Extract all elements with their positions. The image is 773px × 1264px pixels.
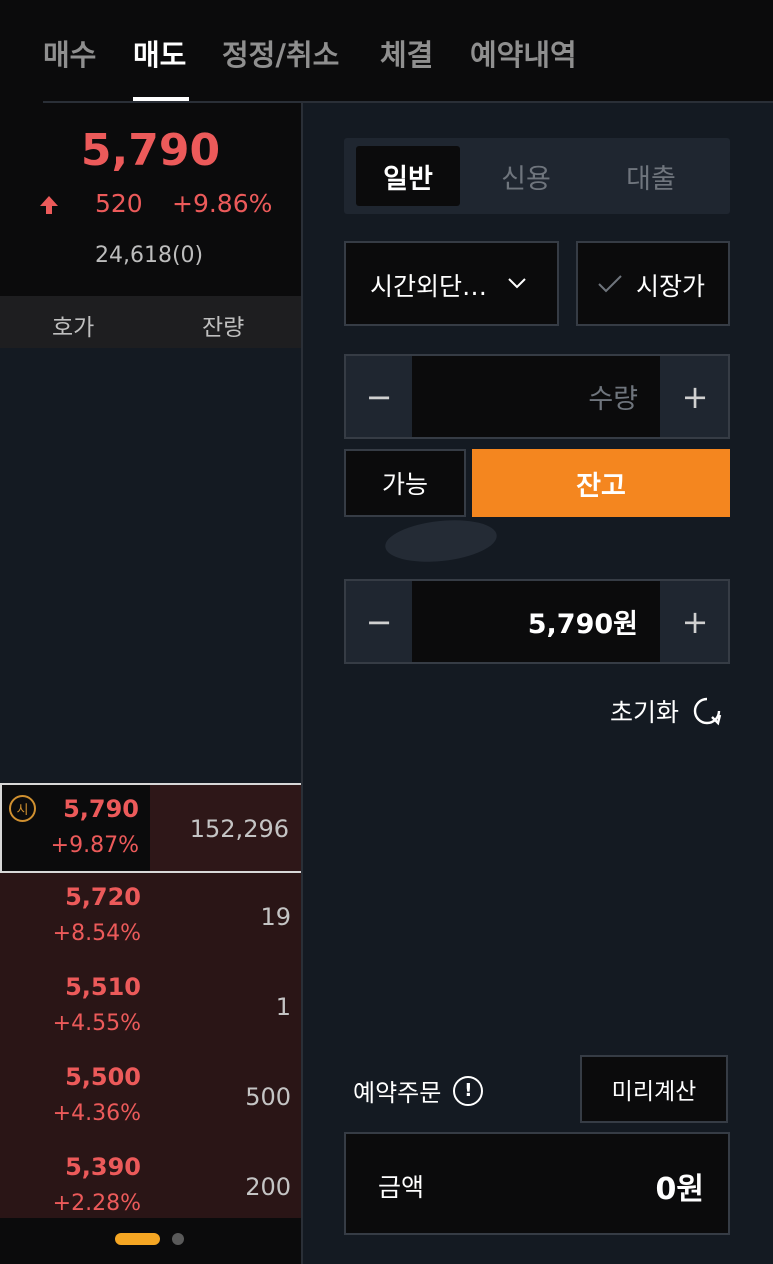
orderbook-row[interactable]: 5,510 +4.55% 1: [0, 963, 301, 1053]
info-icon[interactable]: !: [453, 1075, 484, 1106]
check-icon: [598, 275, 622, 293]
tab-buy[interactable]: 매수: [43, 32, 96, 74]
orderbook-qty: 152,296: [189, 815, 289, 843]
quantity-plus-button[interactable]: +: [662, 356, 728, 437]
amount-value: 0원: [655, 1172, 704, 1207]
price-change-rate: +9.86%: [172, 189, 273, 218]
orderbook-qty: 19: [260, 903, 291, 931]
orderbook-header: 호가 잔량: [0, 296, 301, 348]
reserve-order[interactable]: 예약주문 !: [353, 1073, 484, 1108]
orderbook-price: 5,720: [65, 883, 141, 911]
segment-general[interactable]: 일반: [356, 146, 460, 206]
orderbook-header-price: 호가: [52, 315, 95, 341]
orderbook-qty: 200: [245, 1173, 291, 1201]
page-dot[interactable]: [172, 1233, 184, 1245]
orderbook-price: 5,790: [63, 795, 139, 823]
available-qty-button[interactable]: 가능: [344, 449, 466, 517]
segment-credit[interactable]: 신용: [474, 146, 578, 206]
order-amount: 금액 0원: [344, 1132, 730, 1235]
up-arrow-icon: [40, 196, 58, 214]
orderbook-price: 5,390: [65, 1153, 141, 1181]
price-change: 520: [95, 189, 143, 218]
order-type-value: 시간외단…: [370, 272, 488, 301]
orderbook-row[interactable]: 5,500 +4.36% 500: [0, 1053, 301, 1143]
orderbook-rate: +2.28%: [52, 1191, 141, 1216]
tab-reservations[interactable]: 예약내역: [470, 32, 577, 74]
orderbook-price: 5,500: [65, 1063, 141, 1091]
current-price: 5,790: [80, 125, 221, 176]
quantity-stepper: − 수량 +: [344, 354, 730, 439]
page-indicator: [0, 1218, 301, 1264]
orderbook-rate: +8.54%: [52, 921, 141, 946]
chevron-down-icon: [508, 278, 526, 289]
precalculate-button[interactable]: 미리계산: [580, 1055, 728, 1123]
refresh-icon: [693, 697, 722, 726]
order-form: 일반 신용 대출 시간외단… 시장가 − 수량 + 가능 잔고 − 5,790원…: [303, 103, 773, 1264]
tab-sell[interactable]: 매도: [133, 32, 186, 74]
quantity-input[interactable]: 수량: [412, 356, 660, 437]
price-minus-button[interactable]: −: [346, 581, 412, 662]
market-price-checkbox[interactable]: 시장가: [576, 241, 730, 326]
orderbook-row-current[interactable]: 시 5,790 +9.87% 152,296: [0, 783, 301, 873]
tab-modify-cancel[interactable]: 정정/취소: [222, 32, 339, 74]
order-tabs: 매수 매도 정정/취소 체결 예약내역: [0, 0, 773, 103]
orderbook-price: 5,510: [65, 973, 141, 1001]
orderbook-row[interactable]: 5,720 +8.54% 19: [0, 873, 301, 963]
reset-label: 초기화: [609, 698, 679, 727]
price-stepper: − 5,790원 +: [344, 579, 730, 664]
reset-button[interactable]: 초기화: [610, 693, 723, 729]
quantity-minus-button[interactable]: −: [346, 356, 412, 437]
trade-volume: 24,618(0): [95, 243, 204, 268]
market-price-label: 시장가: [636, 272, 706, 301]
price-input[interactable]: 5,790원: [412, 581, 660, 662]
reserve-order-label: 예약주문: [353, 1079, 442, 1107]
orderbook-list: 시 5,790 +9.87% 152,296 5,720 +8.54% 19 5…: [0, 783, 301, 1218]
redaction-mark: [383, 515, 499, 567]
balance-qty-button[interactable]: 잔고: [472, 449, 730, 517]
quote-summary: 5,790 520 +9.86% 24,618(0): [0, 103, 301, 296]
account-type-segment: 일반 신용 대출: [344, 138, 730, 214]
orderbook-qty: 500: [245, 1083, 291, 1111]
orderbook-panel: 5,790 520 +9.86% 24,618(0) 호가 잔량 시 5,790…: [0, 103, 301, 1264]
orderbook-rate: +4.36%: [52, 1101, 141, 1126]
page-dot-active[interactable]: [115, 1233, 160, 1245]
orderbook-rate: +4.55%: [52, 1011, 141, 1036]
tab-executions[interactable]: 체결: [380, 32, 433, 74]
market-price-badge: 시: [9, 795, 36, 822]
order-type-dropdown[interactable]: 시간외단…: [344, 241, 559, 326]
orderbook-qty: 1: [275, 993, 291, 1021]
price-plus-button[interactable]: +: [662, 581, 728, 662]
quantity-placeholder: 수량: [588, 384, 638, 415]
segment-loan[interactable]: 대출: [599, 146, 703, 206]
orderbook-header-qty: 잔량: [202, 315, 245, 341]
amount-label: 금액: [378, 1173, 425, 1202]
orderbook-rate: +9.87%: [50, 833, 139, 858]
price-value: 5,790원: [527, 609, 638, 640]
